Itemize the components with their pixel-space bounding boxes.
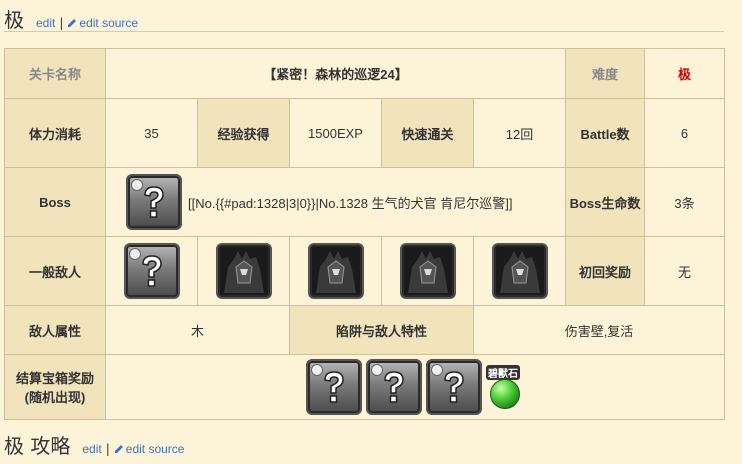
boss-link-text[interactable]: [[No.{{#pad:1328|3|0}}|No.1328 生气的犬官 肯尼尔… [188, 193, 512, 212]
dark-knight-monster-icon[interactable] [215, 243, 272, 299]
row-chest-reward: 结算宝箱奖励 (随机出现) 碧獸石 [4, 354, 725, 420]
enemy-cell-5 [473, 236, 566, 306]
boss-life-value: 3条 [644, 167, 725, 237]
link-separator: | [59, 16, 64, 30]
row-enemies: 一般敌人 初回奖励 无 [4, 236, 725, 306]
edit-source-link[interactable]: edit source [67, 16, 138, 30]
question-mark-monster-icon[interactable] [126, 174, 182, 230]
difficulty-value: 极 [644, 48, 725, 99]
pencil-icon [114, 445, 123, 453]
question-mark-monster-icon[interactable] [306, 359, 362, 415]
dark-knight-monster-icon[interactable] [491, 243, 548, 299]
edit-link[interactable]: edit [82, 442, 101, 456]
row-stage-name: 关卡名称 【紧密！森林的巡逻24】 难度 极 [4, 48, 725, 99]
stage-name-label: 关卡名称 [4, 48, 106, 99]
header-rule [4, 31, 724, 32]
gem-label: 碧獸石 [486, 365, 520, 380]
question-mark-monster-icon[interactable] [426, 359, 482, 415]
edit-link[interactable]: edit [36, 16, 55, 30]
fast-clear-value: 12回 [473, 98, 566, 168]
trap-label: 陷阱与敌人特性 [289, 305, 474, 355]
enemy-label: 一般敌人 [4, 236, 106, 306]
stage-info-table: 关卡名称 【紧密！森林的巡逻24】 难度 极 体力消耗 35 经验获得 1500… [4, 48, 725, 420]
edit-source-label: edit source [79, 16, 139, 30]
section-title: 极 [4, 8, 24, 32]
stage-name-value: 【紧密！森林的巡逻24】 [105, 48, 566, 99]
battle-count-label: Battle数 [565, 98, 645, 168]
green-gem-icon[interactable]: 碧獸石 [486, 365, 522, 409]
first-reward-value: 无 [644, 236, 725, 306]
row-stats: 体力消耗 35 经验获得 1500EXP 快速通关 12回 Battle数 6 [4, 98, 725, 168]
difficulty-label: 难度 [565, 48, 645, 99]
chest-reward-label-line2: (随机出现) [24, 390, 86, 405]
edit-source-label: edit source [125, 442, 185, 456]
boss-life-label: Boss生命数 [565, 167, 645, 237]
pencil-icon [68, 19, 77, 27]
stamina-label: 体力消耗 [4, 98, 106, 168]
boss-cell: [[No.{{#pad:1328|3|0}}|No.1328 生气的犬官 肯尼尔… [105, 167, 566, 237]
fast-clear-label: 快速通关 [381, 98, 474, 168]
enemy-attr-label: 敌人属性 [4, 305, 106, 355]
gem-ball [490, 379, 520, 409]
dark-knight-monster-icon[interactable] [399, 243, 456, 299]
exp-label: 经验获得 [197, 98, 290, 168]
exp-value: 1500EXP [289, 98, 382, 168]
enemy-cell-2 [197, 236, 290, 306]
section-header-bottom: 极 攻略 edit | edit source [4, 430, 184, 458]
first-reward-label: 初回奖励 [565, 236, 645, 306]
trap-value: 伤害壁,复活 [473, 305, 725, 355]
edit-source-link[interactable]: edit source [114, 442, 185, 456]
row-attributes: 敌人属性 木 陷阱与敌人特性 伤害壁,复活 [4, 305, 725, 355]
battle-count-value: 6 [644, 98, 725, 168]
boss-label: Boss [4, 167, 106, 237]
link-separator: | [105, 442, 110, 456]
chest-reward-label: 结算宝箱奖励 (随机出现) [4, 354, 106, 420]
chest-reward-cell: 碧獸石 [105, 354, 725, 420]
enemy-cell-1 [105, 236, 198, 306]
chest-reward-label-line1: 结算宝箱奖励 [15, 371, 94, 386]
section-title: 极 攻略 [4, 434, 71, 458]
question-mark-monster-icon[interactable] [366, 359, 422, 415]
enemy-attr-value: 木 [105, 305, 290, 355]
dark-knight-monster-icon[interactable] [307, 243, 364, 299]
row-boss: Boss [[No.{{#pad:1328|3|0}}|No.1328 生气的犬… [4, 167, 725, 237]
enemy-cell-3 [289, 236, 382, 306]
question-mark-monster-icon[interactable] [123, 243, 180, 299]
section-header-top: 极 edit | edit source [4, 4, 138, 32]
enemy-cell-4 [381, 236, 474, 306]
stamina-value: 35 [105, 98, 198, 168]
